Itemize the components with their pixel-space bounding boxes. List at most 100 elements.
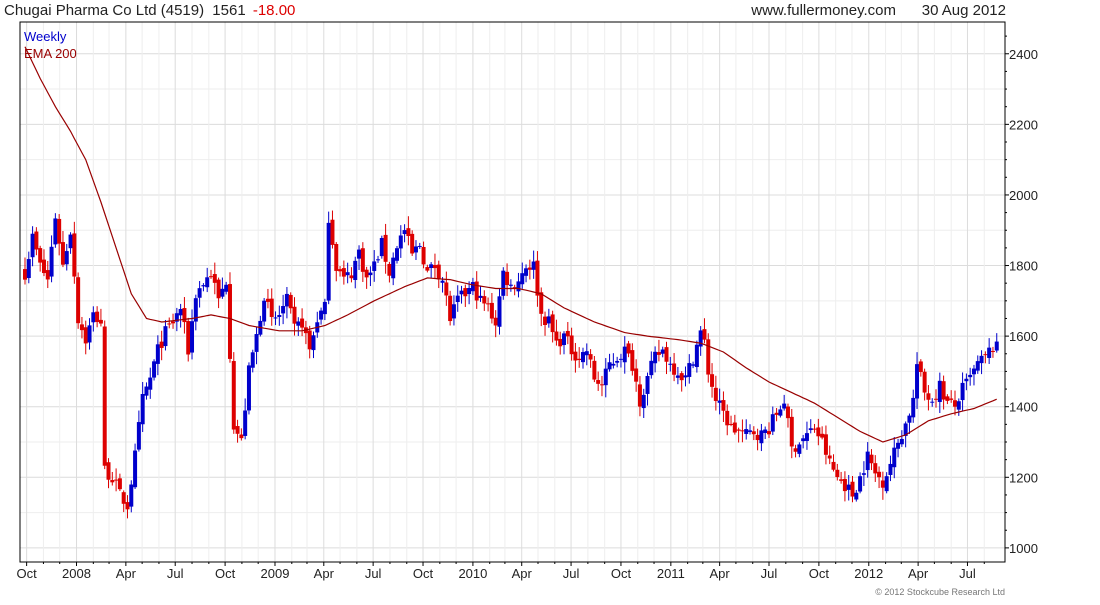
candle-down — [406, 228, 411, 237]
candle-up — [273, 317, 278, 319]
chart-svg: 1000 1200 1400 1600 1800 2000 2200 2400 Oct 2008… — [4, 2, 1038, 597]
x-tick-label: Jul — [761, 566, 778, 581]
x-tick-label: Apr — [116, 566, 137, 581]
candle-down — [300, 318, 305, 328]
candle-up — [687, 363, 692, 377]
candle-up — [148, 377, 153, 390]
candle-up — [683, 375, 688, 378]
candle-up — [956, 401, 961, 410]
candle-down — [766, 431, 771, 435]
candle-up — [892, 447, 897, 468]
company-name: Chugai Pharma Co Ltd (4519) — [4, 2, 204, 19]
candle-down — [38, 248, 43, 263]
candle-up — [53, 218, 58, 245]
candle-up — [641, 394, 646, 409]
candle-down — [539, 292, 544, 314]
candle-up — [645, 375, 650, 394]
candle-up — [501, 270, 506, 296]
candle-down — [383, 234, 388, 262]
candle-down — [387, 263, 392, 276]
candle-down — [527, 267, 532, 270]
candle-down — [626, 343, 631, 354]
candle-up — [220, 288, 225, 297]
candle-down — [831, 461, 836, 470]
candle-down — [360, 248, 365, 272]
x-tick-label: Oct — [17, 566, 38, 581]
candle-up — [615, 360, 620, 363]
candle-up — [611, 363, 616, 366]
candle-up — [455, 295, 460, 303]
candle-up — [353, 260, 358, 280]
price-change: -18.00 — [253, 2, 296, 19]
candle-up — [531, 261, 536, 270]
candle-down — [436, 264, 441, 280]
candle-up — [440, 280, 445, 283]
candle-down — [820, 433, 825, 438]
candle-up — [413, 246, 418, 253]
candle-up — [524, 268, 529, 276]
candle-up — [296, 321, 301, 326]
candle-up — [865, 451, 870, 471]
candle-down — [812, 428, 817, 430]
candle-down — [482, 296, 487, 304]
plot-background — [20, 22, 1005, 562]
candle-down — [307, 330, 312, 350]
candle-down — [235, 426, 240, 434]
candle-down — [486, 303, 491, 305]
y-tick-label: 1600 — [1009, 329, 1038, 344]
candle-down — [918, 361, 923, 373]
y-tick-label: 1000 — [1009, 541, 1038, 556]
candle-down — [774, 412, 779, 415]
candle-down — [57, 218, 62, 244]
candle-down — [159, 341, 164, 348]
candle-down — [489, 302, 494, 319]
candle-up — [964, 378, 969, 382]
candle-up — [140, 393, 145, 425]
candle-up — [152, 361, 157, 378]
candle-down — [72, 233, 77, 277]
candle-down — [672, 363, 677, 375]
candle-down — [167, 323, 172, 325]
candle-up — [243, 410, 248, 436]
candle-up — [87, 325, 92, 343]
candle-down — [827, 455, 832, 459]
x-axis: Oct 2008 Apr Jul Oct 2009 Apr Jul Oct 2010 Apr Jul O… — [17, 562, 985, 581]
candle-down — [729, 423, 734, 425]
candle-up — [622, 346, 627, 363]
candle-down — [239, 434, 244, 439]
candle-down — [550, 314, 555, 333]
candle-up — [417, 245, 422, 247]
x-tick-label: Oct — [413, 566, 434, 581]
candle-up — [284, 293, 289, 307]
candle-down — [349, 275, 354, 279]
candle-down — [565, 330, 570, 337]
candle-down — [364, 269, 369, 278]
candle-up — [971, 368, 976, 375]
candle-up — [744, 429, 749, 434]
candle-up — [129, 484, 134, 507]
candle-down — [334, 243, 339, 271]
candle-up — [64, 251, 69, 265]
candle-down — [599, 384, 604, 386]
candle-up — [262, 300, 267, 322]
candle-down — [952, 400, 957, 407]
x-tick-label: Apr — [710, 566, 731, 581]
candle-up — [896, 442, 901, 449]
candle-down — [231, 361, 236, 430]
candle-down — [76, 277, 81, 324]
candle-up — [562, 333, 567, 346]
candle-up — [459, 290, 464, 295]
candle-up — [26, 259, 31, 279]
candle-up — [717, 400, 722, 403]
candle-down — [338, 269, 343, 272]
candle-up — [508, 284, 513, 286]
x-tick-label: Oct — [611, 566, 632, 581]
candle-down — [463, 288, 468, 297]
candle-up — [402, 230, 407, 235]
candle-up — [546, 316, 551, 324]
candle-down — [630, 350, 635, 371]
candle-down — [79, 324, 84, 331]
candle-down — [34, 231, 39, 250]
candle-down — [835, 469, 840, 478]
candle-up — [497, 296, 502, 327]
